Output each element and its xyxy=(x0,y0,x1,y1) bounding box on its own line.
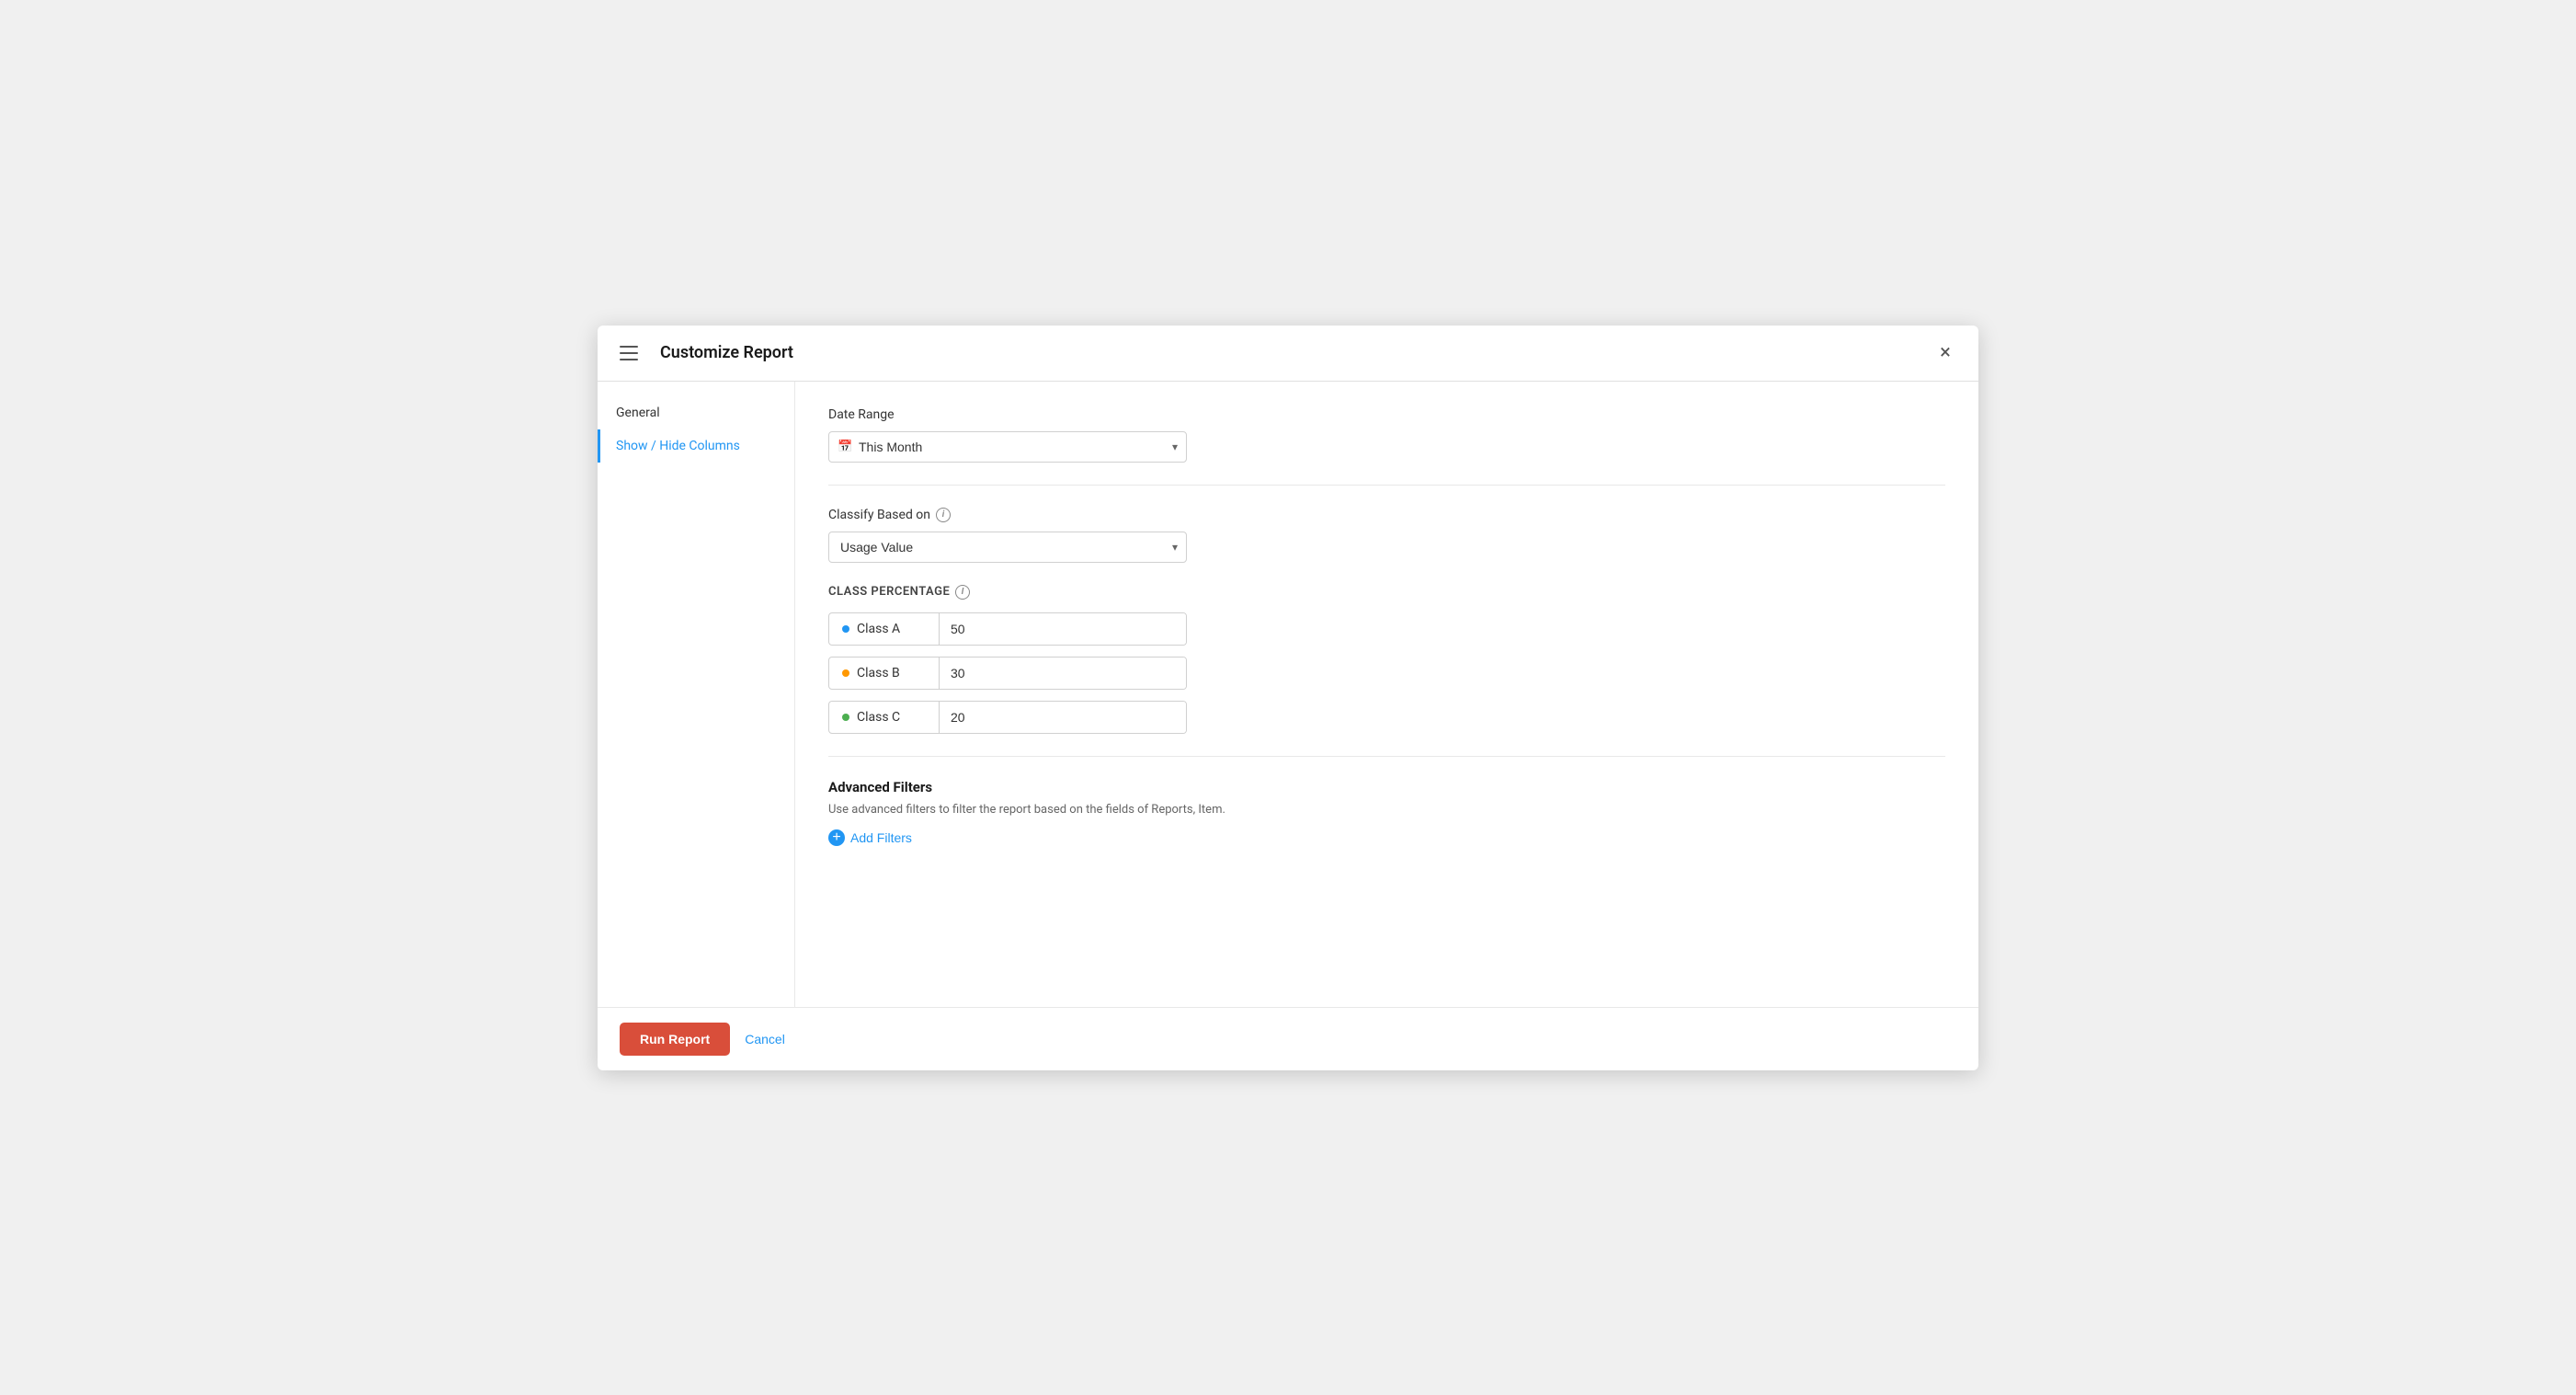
classify-wrapper: Usage Value ▾ xyxy=(828,532,1187,563)
run-report-button[interactable]: Run Report xyxy=(620,1023,730,1056)
modal-container: Customize Report × General Show / Hide C… xyxy=(598,326,1978,1070)
sidebar-item-show-hide-columns[interactable]: Show / Hide Columns xyxy=(598,429,794,463)
date-range-label: Date Range xyxy=(828,407,1945,422)
date-range-section: Date Range 📅 This Month ▾ xyxy=(828,407,1945,463)
section-divider-2 xyxy=(828,756,1945,757)
class-c-row: Class C xyxy=(828,701,1187,734)
class-a-input[interactable] xyxy=(940,613,1186,645)
class-percentage-title: CLASS PERCENTAGE i xyxy=(828,585,1945,600)
modal-body: General Show / Hide Columns Date Range 📅… xyxy=(598,382,1978,1007)
class-a-dot xyxy=(842,625,849,633)
add-circle-icon: + xyxy=(828,829,845,846)
classify-label: Classify Based on i xyxy=(828,508,1945,522)
cancel-button[interactable]: Cancel xyxy=(745,1032,785,1046)
class-a-label: Class A xyxy=(829,613,940,645)
classify-select[interactable]: Usage Value xyxy=(828,532,1187,563)
modal-header: Customize Report × xyxy=(598,326,1978,382)
advanced-filters-section: Advanced Filters Use advanced filters to… xyxy=(828,779,1945,846)
modal-title: Customize Report xyxy=(660,343,1931,362)
close-icon[interactable]: × xyxy=(1931,338,1960,368)
sidebar-item-general[interactable]: General xyxy=(598,396,794,429)
advanced-filters-title: Advanced Filters xyxy=(828,779,1945,795)
section-divider-1 xyxy=(828,485,1945,486)
date-range-select[interactable]: This Month xyxy=(828,431,1187,463)
hamburger-icon[interactable] xyxy=(616,338,645,368)
class-b-dot xyxy=(842,669,849,677)
class-a-row: Class A xyxy=(828,612,1187,646)
class-b-input[interactable] xyxy=(940,657,1186,689)
class-c-label: Class C xyxy=(829,702,940,733)
class-c-input[interactable] xyxy=(940,702,1186,733)
advanced-filters-desc: Use advanced filters to filter the repor… xyxy=(828,803,1945,817)
class-percentage-info-icon[interactable]: i xyxy=(955,585,970,600)
sidebar: General Show / Hide Columns xyxy=(598,382,795,1007)
class-percentage-section: CLASS PERCENTAGE i Class A Class B xyxy=(828,585,1945,734)
classify-info-icon[interactable]: i xyxy=(936,508,951,522)
class-b-label: Class B xyxy=(829,657,940,689)
content-area: Date Range 📅 This Month ▾ Classify Based… xyxy=(795,382,1978,1007)
classify-section: Classify Based on i Usage Value ▾ xyxy=(828,508,1945,563)
add-filters-button[interactable]: + Add Filters xyxy=(828,829,912,846)
class-b-row: Class B xyxy=(828,657,1187,690)
class-c-dot xyxy=(842,714,849,721)
modal-footer: Run Report Cancel xyxy=(598,1007,1978,1070)
date-range-wrapper: 📅 This Month ▾ xyxy=(828,431,1187,463)
